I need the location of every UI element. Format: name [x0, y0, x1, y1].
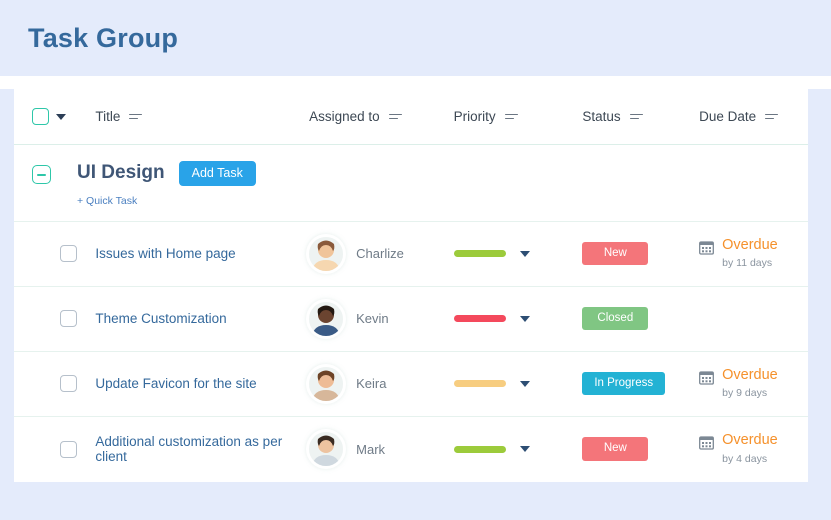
table-row: Update Favicon for the site Keira In Progr…	[14, 352, 808, 417]
row-priority-cell	[454, 380, 583, 387]
task-rows: Issues with Home page Charlize New Overdue b…	[14, 222, 808, 482]
minus-icon	[37, 174, 46, 176]
page-title: Task Group	[28, 23, 178, 54]
task-table-card: Title Assigned to Priority Status	[14, 89, 808, 482]
task-group-row: UI Design Add Task + Quick Task	[14, 145, 808, 222]
sort-icon[interactable]	[389, 114, 402, 120]
assignee-name: Keira	[356, 376, 386, 391]
row-checkbox[interactable]	[60, 441, 77, 458]
due-date-label[interactable]: Overdue	[722, 368, 778, 384]
chevron-down-icon[interactable]	[520, 446, 530, 452]
card-wrapper: Title Assigned to Priority Status	[0, 89, 831, 482]
row-assignee-cell: Keira	[309, 367, 454, 401]
table-row: Additional customization as per client Ma…	[14, 417, 808, 482]
row-status-cell: Closed	[582, 307, 699, 330]
task-title[interactable]: Additional customization as per client	[95, 434, 309, 464]
sort-icon[interactable]	[630, 114, 643, 120]
row-priority-cell	[454, 315, 583, 322]
row-title-cell: Theme Customization	[95, 311, 309, 326]
due-date-sublabel: by 9 days	[722, 387, 778, 399]
row-title-cell: Issues with Home page	[95, 246, 309, 261]
row-title-cell: Additional customization as per client	[95, 434, 309, 464]
row-select-cell	[32, 375, 95, 392]
column-header-due-date-label: Due Date	[699, 109, 756, 124]
column-header-due-date[interactable]: Due Date	[699, 109, 808, 124]
group-collapse-toggle[interactable]	[32, 165, 51, 184]
row-due-date-cell: Overdue by 4 days	[699, 433, 808, 465]
avatar[interactable]	[309, 237, 343, 271]
assignee-name: Charlize	[356, 246, 404, 261]
due-date-label[interactable]: Overdue	[722, 433, 778, 449]
row-checkbox[interactable]	[60, 375, 77, 392]
chevron-down-icon[interactable]	[520, 251, 530, 257]
group-main: UI Design Add Task + Quick Task	[77, 161, 256, 207]
add-task-button[interactable]: Add Task	[179, 161, 256, 186]
assignee-name: Kevin	[356, 311, 389, 326]
column-header-assigned-to[interactable]: Assigned to	[309, 109, 454, 124]
row-due-date-cell: Overdue by 9 days	[699, 368, 808, 400]
calendar-icon	[699, 240, 714, 260]
row-priority-cell	[454, 446, 583, 453]
quick-task-link[interactable]: + Quick Task	[77, 195, 256, 207]
select-all-checkbox[interactable]	[32, 108, 49, 125]
priority-bar[interactable]	[454, 315, 506, 322]
sort-icon[interactable]	[505, 114, 518, 120]
status-badge[interactable]: In Progress	[582, 372, 665, 395]
header-spacer	[0, 76, 831, 89]
row-assignee-cell: Kevin	[309, 302, 454, 336]
task-title[interactable]: Issues with Home page	[95, 246, 309, 261]
column-header-priority-label: Priority	[454, 109, 496, 124]
priority-bar[interactable]	[454, 380, 506, 387]
row-status-cell: In Progress	[582, 372, 699, 395]
row-due-date-cell	[699, 318, 808, 319]
priority-bar[interactable]	[454, 446, 506, 453]
row-assignee-cell: Charlize	[309, 237, 454, 271]
sort-icon[interactable]	[765, 114, 778, 120]
chevron-down-icon[interactable]	[56, 114, 66, 120]
avatar[interactable]	[309, 432, 343, 466]
due-date-label[interactable]: Overdue	[722, 238, 778, 254]
column-header-title[interactable]: Title	[95, 109, 309, 124]
sort-icon[interactable]	[129, 114, 142, 120]
status-badge[interactable]: New	[582, 437, 648, 460]
avatar[interactable]	[309, 367, 343, 401]
row-select-cell	[32, 245, 95, 262]
avatar[interactable]	[309, 302, 343, 336]
due-date-sublabel: by 11 days	[722, 257, 778, 269]
row-select-cell	[32, 310, 95, 327]
table-header-row: Title Assigned to Priority Status	[14, 89, 808, 145]
row-due-date-cell: Overdue by 11 days	[699, 238, 808, 270]
row-assignee-cell: Mark	[309, 432, 454, 466]
chevron-down-icon[interactable]	[520, 316, 530, 322]
row-priority-cell	[454, 250, 583, 257]
row-checkbox[interactable]	[60, 245, 77, 262]
row-select-cell	[32, 441, 95, 458]
due-date-sublabel: by 4 days	[722, 453, 778, 465]
calendar-icon	[699, 435, 714, 455]
group-name[interactable]: UI Design	[77, 162, 165, 184]
page-header: Task Group	[0, 0, 831, 76]
calendar-icon	[699, 370, 714, 390]
task-title[interactable]: Theme Customization	[95, 311, 309, 326]
status-badge[interactable]: New	[582, 242, 648, 265]
table-row: Theme Customization Kevin Closed	[14, 287, 808, 352]
row-checkbox[interactable]	[60, 310, 77, 327]
select-all-cell[interactable]	[32, 108, 95, 125]
assignee-name: Mark	[356, 442, 385, 457]
column-header-assigned-to-label: Assigned to	[309, 109, 380, 124]
column-header-title-label: Title	[95, 109, 120, 124]
status-badge[interactable]: Closed	[582, 307, 648, 330]
column-header-priority[interactable]: Priority	[454, 109, 583, 124]
group-title-line: UI Design Add Task	[77, 161, 256, 186]
column-header-status[interactable]: Status	[582, 109, 699, 124]
chevron-down-icon[interactable]	[520, 381, 530, 387]
table-row: Issues with Home page Charlize New Overdue b…	[14, 222, 808, 287]
row-status-cell: New	[582, 242, 699, 265]
row-title-cell: Update Favicon for the site	[95, 376, 309, 391]
task-title[interactable]: Update Favicon for the site	[95, 376, 309, 391]
row-status-cell: New	[582, 437, 699, 460]
priority-bar[interactable]	[454, 250, 506, 257]
due-date-empty	[699, 318, 808, 319]
column-header-status-label: Status	[582, 109, 620, 124]
